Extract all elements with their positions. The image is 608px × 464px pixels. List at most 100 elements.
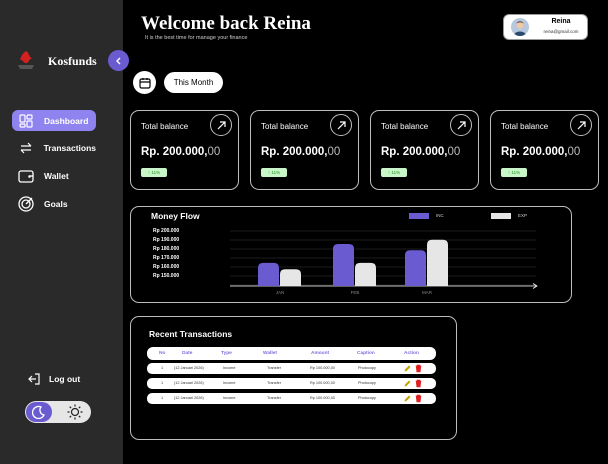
card-title: Total balance (501, 122, 549, 131)
recent-transactions-title: Recent Transactions (149, 329, 233, 339)
money-flow-title: Money Flow (151, 211, 200, 221)
cell-amount: Rp 100.000,00 (310, 381, 335, 385)
target-icon (18, 195, 34, 212)
cell-no: 1 (161, 381, 164, 385)
cell-type: Income (223, 381, 236, 385)
growth-badge: ↑ 11% (501, 168, 527, 177)
legend-swatch-exp (491, 213, 511, 219)
delete-icon[interactable] (414, 379, 423, 388)
sidebar-item-label: Dashboard (44, 115, 89, 126)
column-header: Wallet (263, 351, 277, 356)
cell-date: (12 Januari 2026) (174, 366, 204, 370)
balance-card[interactable]: Total balance Rp. 200.000,00 ↑ 11% (250, 110, 359, 190)
card-amount: Rp. 200.000,00 (141, 146, 221, 158)
cell-date: (12 Januari 2026) (174, 381, 204, 385)
arrow-up-right-icon[interactable] (330, 114, 352, 136)
dashboard-grid-icon (18, 113, 34, 129)
y-tick-label: Rp 180.000 (153, 246, 180, 252)
delete-icon[interactable] (414, 364, 423, 373)
page-subtitle: It is the best time for manage your fina… (145, 35, 248, 41)
column-header: Type (221, 351, 232, 356)
calendar-icon (138, 77, 151, 89)
transfer-arrows-icon (18, 140, 34, 156)
table-header: No Date Type Wallet Amount Caption Actio… (147, 347, 436, 360)
cell-caption: Photocopy (358, 381, 376, 385)
balance-card[interactable]: Total balance Rp. 200.000,00 ↑ 11% (370, 110, 479, 190)
arrow-up-right-icon[interactable] (210, 114, 232, 136)
bar-inc-mar (405, 250, 426, 286)
column-header: Amount (311, 351, 330, 356)
bar-exp-feb (355, 262, 376, 286)
table-row[interactable]: 1 (12 Januari 2026) Income Transfer Rp 1… (147, 378, 436, 389)
kosfunds-logo-icon (18, 51, 34, 69)
y-tick-label: Rp 200.000 (153, 228, 180, 234)
period-filter-button[interactable]: This Month (164, 72, 223, 93)
column-header: Date (182, 351, 193, 356)
sidebar-item-label: Wallet (44, 170, 69, 181)
bar-exp-jan (280, 269, 301, 286)
money-flow-chart: JAN FEB MAR (230, 230, 538, 295)
cell-no: 1 (161, 366, 164, 370)
card-amount-decimals: 00 (207, 146, 221, 158)
cell-wallet: Transfer (267, 366, 281, 370)
card-amount: Rp. 200.000,00 (261, 146, 341, 158)
bar-inc-feb (333, 244, 354, 286)
column-header: Caption (357, 351, 375, 356)
card-title: Total balance (141, 122, 189, 131)
sidebar-item-wallet[interactable]: Wallet (12, 165, 96, 186)
user-profile-card[interactable]: Reina reina@gmail.com (503, 14, 588, 40)
column-header: No (159, 351, 166, 356)
user-name: Reina (551, 18, 571, 25)
sidebar-item-dashboard[interactable]: Dashboard (12, 110, 96, 131)
growth-badge: ↑ 11% (261, 168, 287, 177)
calendar-button[interactable] (133, 71, 156, 94)
sidebar-item-transactions[interactable]: Transactions (12, 137, 96, 158)
table-row[interactable]: 1 (12 Januari 2026) Income Transfer Rp 1… (147, 393, 436, 404)
table-row[interactable]: 1 (12 Januari 2026) Income Transfer Rp 1… (147, 363, 436, 374)
chevron-left-icon (115, 57, 120, 64)
cell-amount: Rp 100.000,00 (310, 396, 335, 400)
cell-type: Income (223, 396, 236, 400)
column-header: Action (404, 351, 419, 356)
growth-badge: ↑ 11% (141, 168, 167, 177)
balance-card[interactable]: Total balance Rp. 200.000,00 ↑ 11% (130, 110, 239, 190)
wallet-icon (18, 168, 34, 184)
cell-wallet: Transfer (267, 381, 281, 385)
arrow-up-right-icon[interactable] (450, 114, 472, 136)
card-amount: Rp. 200.000,00 (501, 146, 581, 158)
edit-icon[interactable] (403, 394, 412, 403)
cell-caption: Photocopy (358, 366, 376, 370)
collapse-sidebar-button[interactable] (108, 50, 129, 71)
sidebar-item-label: Goals (44, 198, 68, 209)
x-tick-label: FEB (351, 290, 360, 295)
balance-card[interactable]: Total balance Rp. 200.000,00 ↑ 11% (490, 110, 599, 190)
page-title: Welcome back Reina (141, 13, 311, 34)
arrow-up-right-icon[interactable] (570, 114, 592, 136)
edit-icon[interactable] (403, 379, 412, 388)
moon-icon[interactable] (26, 402, 52, 422)
sidebar-item-goals[interactable]: Goals (12, 193, 96, 214)
edit-icon[interactable] (403, 364, 412, 373)
logout-button[interactable]: Log out (27, 372, 80, 386)
y-tick-label: Rp 150.000 (153, 273, 180, 279)
card-amount-decimals: 00 (567, 146, 581, 158)
user-email: reina@gmail.com (543, 29, 579, 34)
sidebar: Kosfunds Dashboard Transactions Wallet G… (0, 0, 123, 464)
cell-date: (12 Januari 2026) (174, 396, 204, 400)
theme-toggle[interactable] (25, 401, 91, 423)
legend-label-inc: INC (436, 213, 444, 218)
delete-icon[interactable] (414, 394, 423, 403)
legend-swatch-inc (409, 213, 429, 219)
cell-type: Income (223, 366, 236, 370)
cell-no: 1 (161, 396, 164, 400)
card-title: Total balance (261, 122, 309, 131)
avatar (511, 18, 529, 36)
sidebar-item-label: Transactions (43, 142, 96, 153)
cell-caption: Photocopy (358, 396, 376, 400)
growth-badge: ↑ 11% (381, 168, 407, 177)
sun-icon[interactable] (67, 404, 83, 420)
card-amount: Rp. 200.000,00 (381, 146, 461, 158)
bar-exp-mar (427, 239, 448, 286)
logout-label: Log out (49, 374, 81, 384)
brand-name: Kosfunds (48, 54, 97, 68)
